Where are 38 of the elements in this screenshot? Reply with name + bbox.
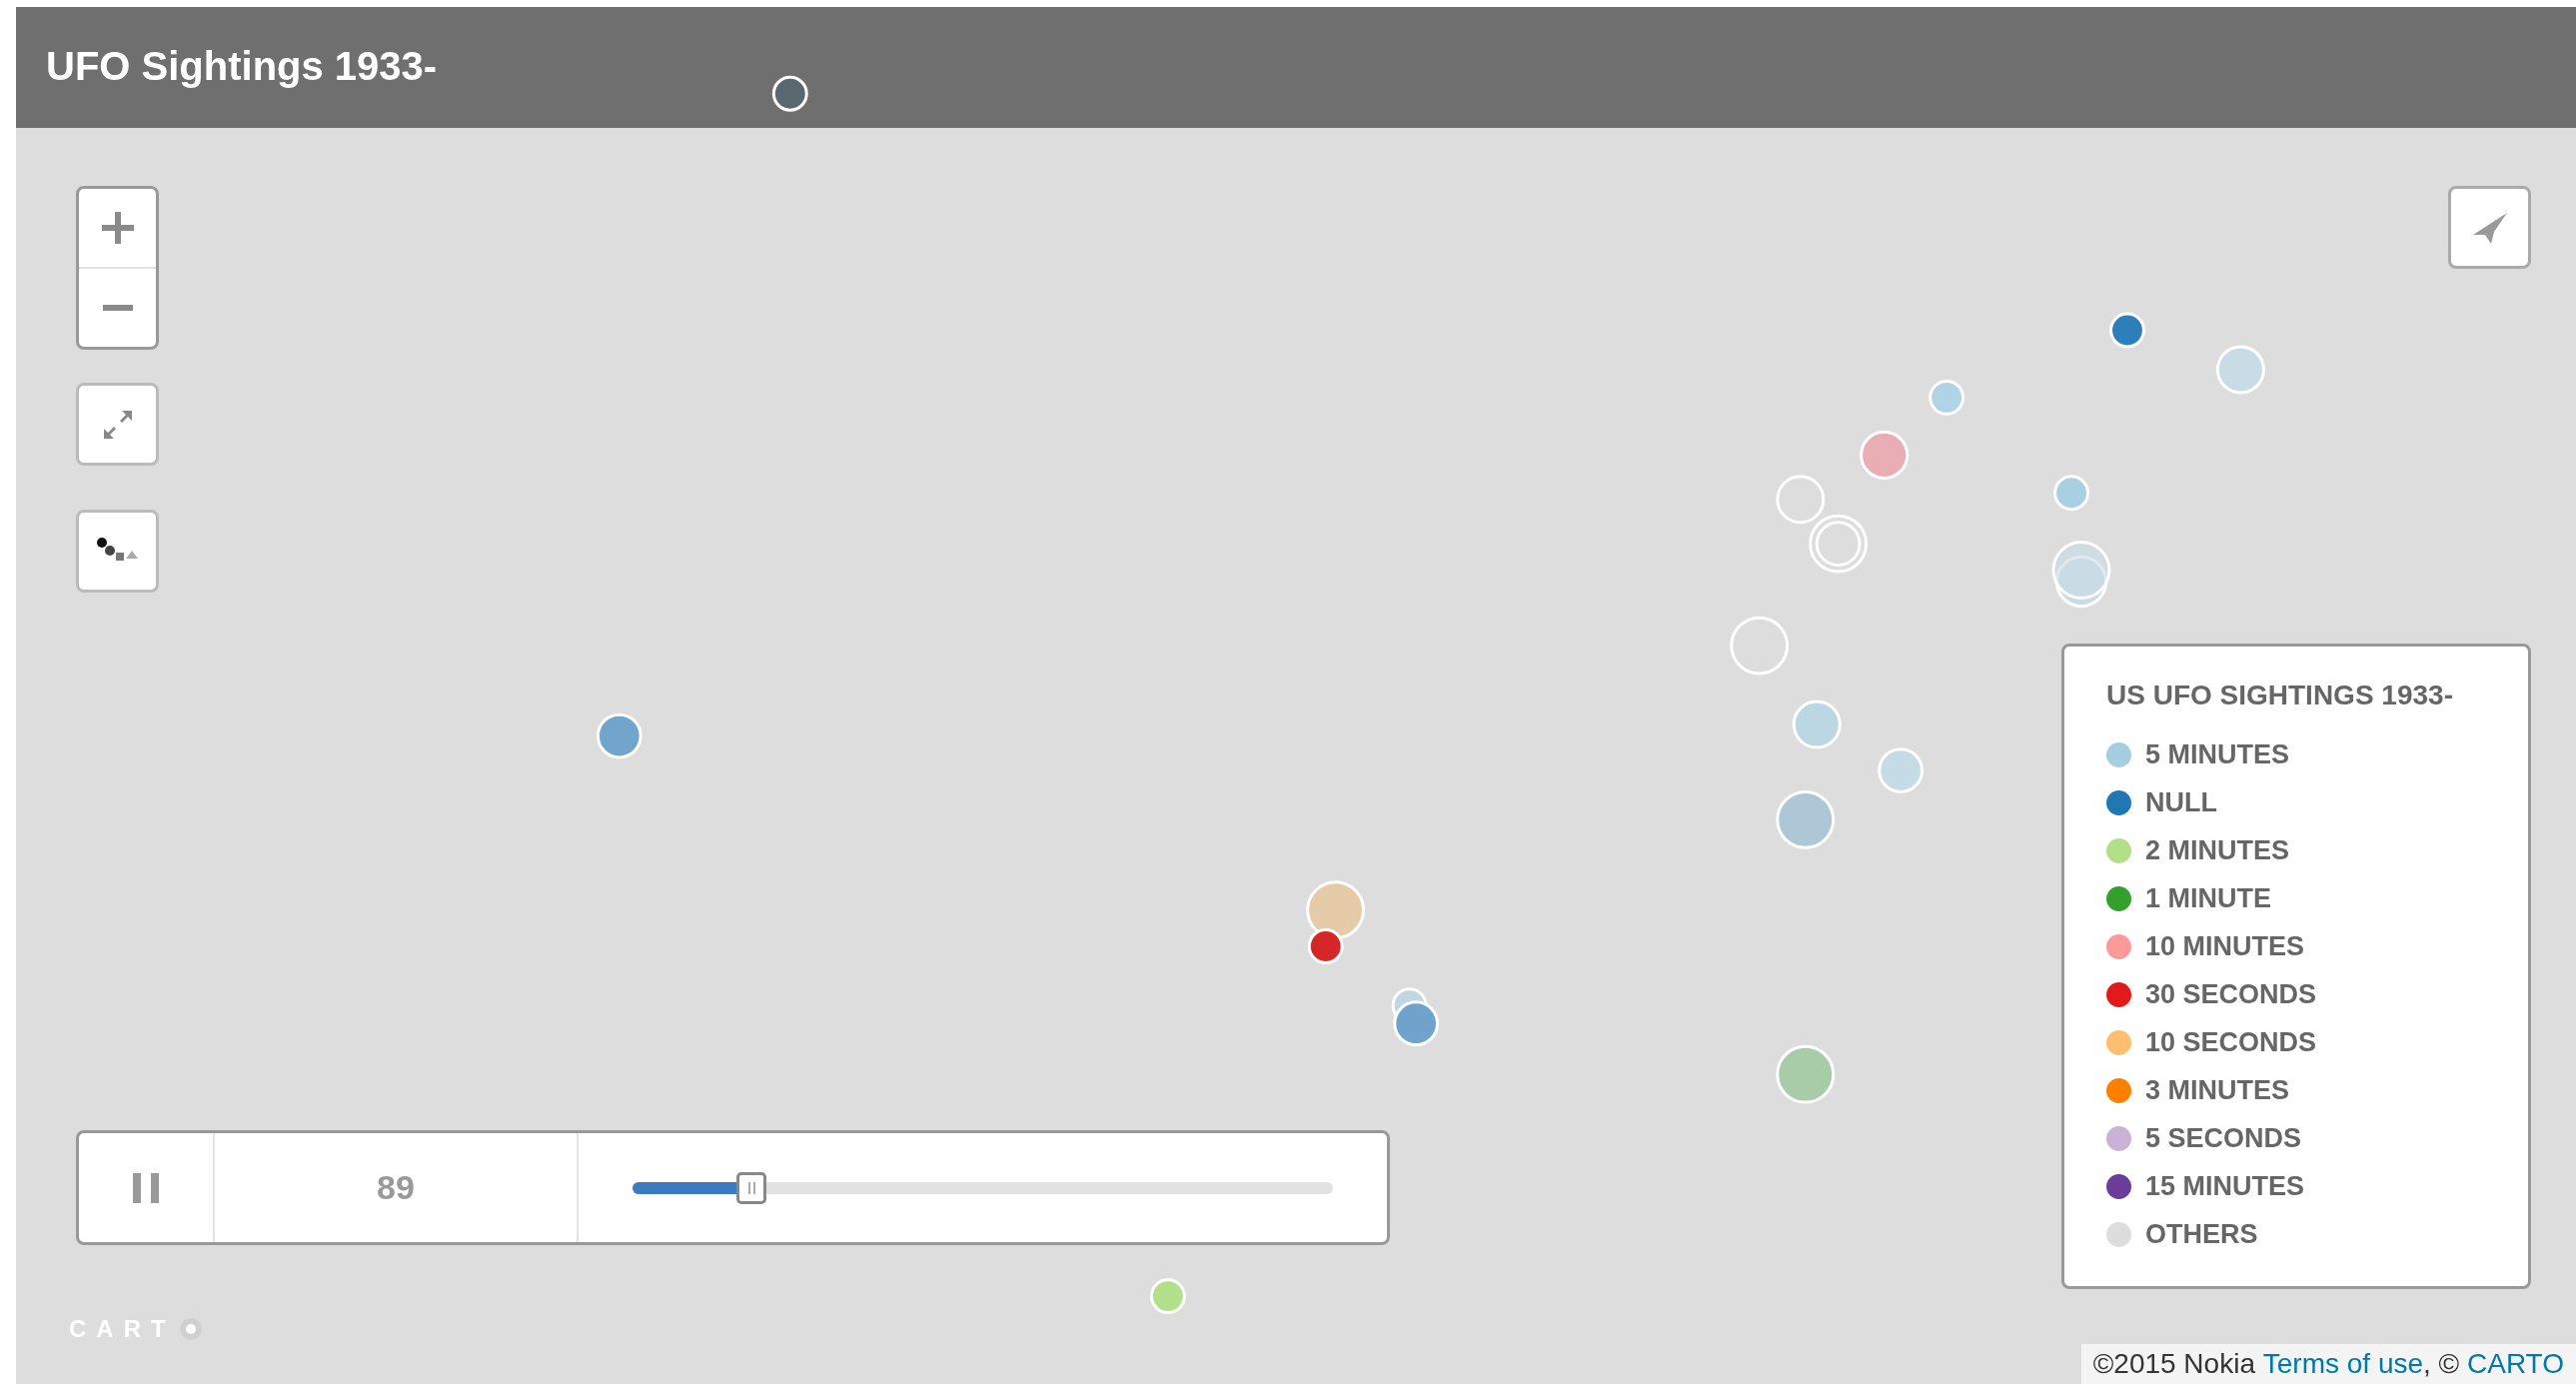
attribution-text: ©2015 Nokia Terms of use, © CARTO <box>2080 1344 2576 1384</box>
fullscreen-button[interactable] <box>76 383 159 466</box>
legend-label: 10 SECONDS <box>2145 1025 2317 1059</box>
legend-label: NULL <box>2145 785 2217 819</box>
step-counter: 89 <box>377 1167 415 1208</box>
legend-label: 5 MINUTES <box>2145 737 2290 771</box>
layer-button[interactable] <box>76 510 159 593</box>
legend-title: US UFO SIGHTINGS 1933- <box>2106 679 2454 712</box>
pause-icon <box>133 1172 159 1203</box>
sighting-marker <box>771 75 808 112</box>
legend-label: OTHERS <box>2145 1217 2258 1251</box>
sighting-marker <box>2215 345 2265 395</box>
legend-label: 30 SECONDS <box>2145 977 2317 1011</box>
minus-icon <box>102 305 133 311</box>
sighting-marker <box>1776 475 1826 525</box>
legend-label: 1 MINUTE <box>2145 881 2271 915</box>
legend-label: 5 SECONDS <box>2145 1121 2302 1155</box>
sighting-marker <box>1809 514 1869 574</box>
plus-icon <box>101 212 134 244</box>
sighting-marker <box>1878 747 1924 793</box>
legend-label: 15 MINUTES <box>2145 1169 2305 1203</box>
sighting-marker <box>1730 616 1790 676</box>
share-button[interactable] <box>2448 186 2531 269</box>
sighting-marker <box>1860 430 1910 480</box>
sighting-marker <box>1792 699 1842 749</box>
page-title: UFO Sightings 1933- <box>46 42 438 90</box>
slider-thumb[interactable] <box>736 1171 767 1204</box>
sighting-marker <box>2054 555 2108 609</box>
sighting-marker <box>1776 789 1836 849</box>
legend-label: 2 MINUTES <box>2145 833 2290 867</box>
attribution-link[interactable]: Terms of use <box>2262 1343 2424 1384</box>
sighting-marker <box>1393 1000 1439 1047</box>
sighting-marker <box>1776 1044 1836 1104</box>
legend-label: 3 MINUTES <box>2145 1073 2290 1107</box>
sighting-marker <box>2051 541 2111 600</box>
legend-label: 10 MINUTES <box>2145 929 2305 963</box>
sighting-marker <box>1815 521 1862 568</box>
attribution-link[interactable]: CARTO <box>2467 1343 2564 1384</box>
